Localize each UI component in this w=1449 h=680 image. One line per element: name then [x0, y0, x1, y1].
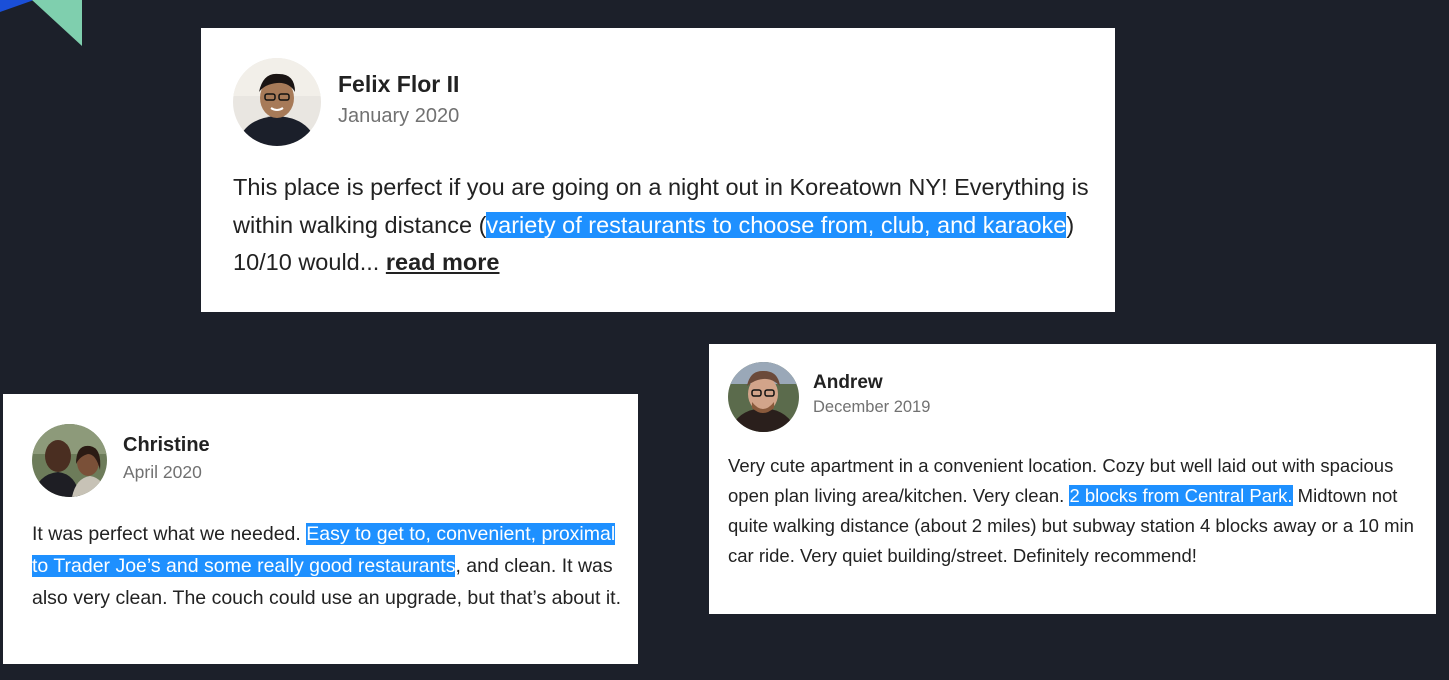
- reviewer-name: Andrew: [813, 372, 883, 393]
- reviewer-avatar[interactable]: [32, 424, 107, 497]
- review-date: December 2019: [813, 398, 931, 416]
- reviewer-name: Felix Flor II: [338, 71, 460, 97]
- reviewer-avatar[interactable]: [728, 362, 799, 432]
- highlighted-text: variety of restaurants to choose from, c…: [486, 211, 1067, 238]
- reviewer-avatar[interactable]: [233, 58, 321, 146]
- review-date: April 2020: [123, 462, 202, 482]
- review-card-felix: Felix Flor II January 2020 This place is…: [201, 28, 1115, 312]
- highlighted-text: 2 blocks from Central Park.: [1069, 485, 1293, 506]
- read-more-link[interactable]: read more: [386, 249, 500, 275]
- review-text: This place is perfect if you are going o…: [233, 169, 1103, 282]
- review-text: It was perfect what we needed. Easy to g…: [32, 518, 632, 614]
- review-text-part: It was perfect what we needed.: [32, 523, 307, 545]
- review-date: January 2020: [338, 105, 460, 127]
- corner-decoration: [0, 0, 82, 46]
- reviewer-name: Christine: [123, 434, 210, 456]
- review-card-christine: Christine April 2020 It was perfect what…: [3, 394, 638, 664]
- review-text: Very cute apartment in a convenient loca…: [728, 451, 1428, 571]
- review-card-andrew: Andrew December 2019 Very cute apartment…: [709, 344, 1436, 614]
